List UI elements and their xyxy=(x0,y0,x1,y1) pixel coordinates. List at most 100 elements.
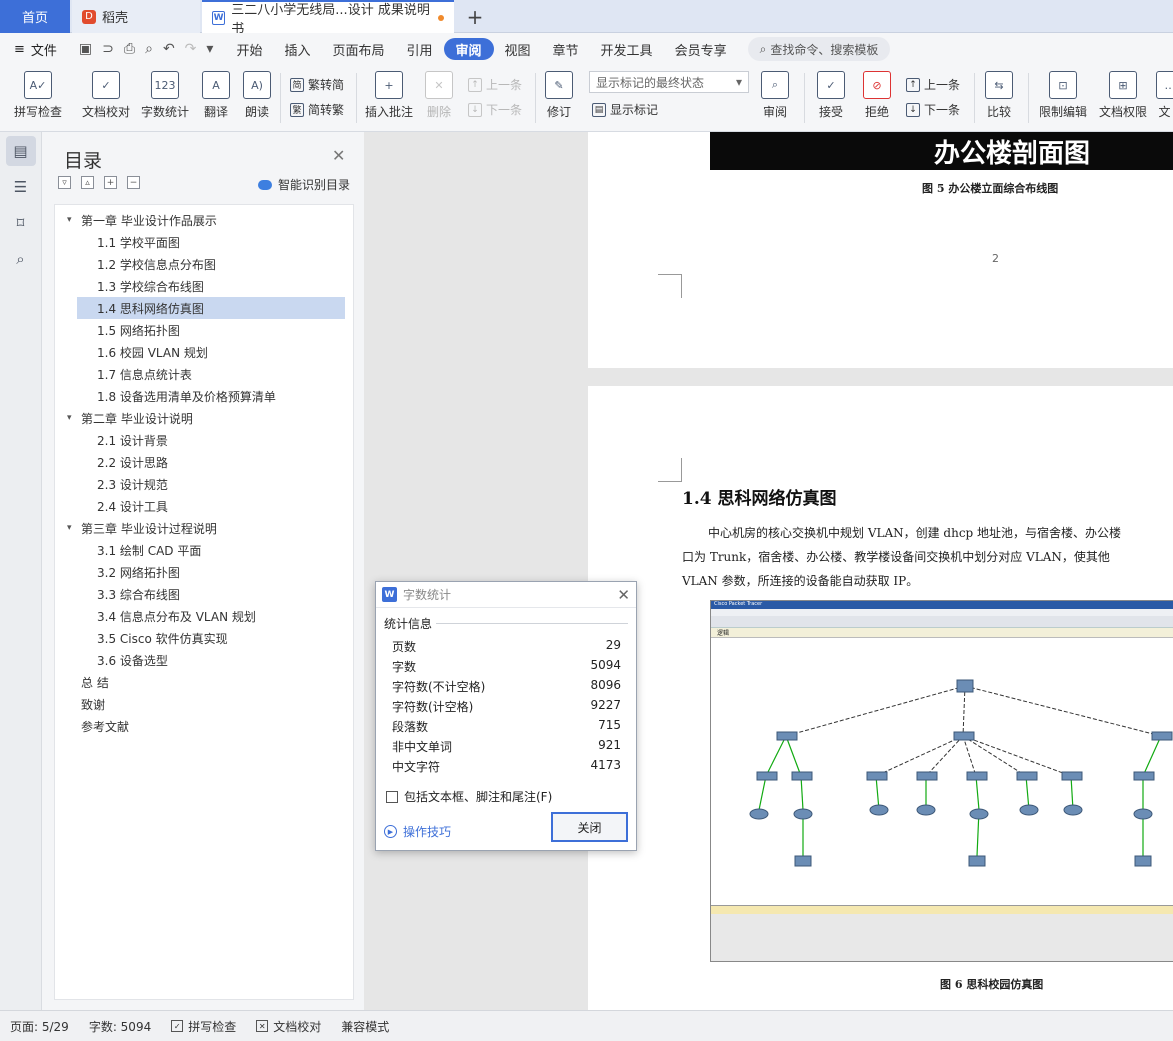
reject-button[interactable]: ⊘ 拒绝 xyxy=(858,71,896,120)
menu-member[interactable]: 会员专享 xyxy=(664,38,738,60)
lock-icon: ⊡ xyxy=(1049,71,1077,99)
toc-item-label: 1.4 思科网络仿真图 xyxy=(97,301,204,316)
toc-item[interactable]: 致谢 xyxy=(55,693,353,715)
tab-daoke[interactable]: D 稻壳 xyxy=(72,0,200,33)
trad-to-simp-button[interactable]: 简繁转简 xyxy=(290,76,344,93)
bookmark-icon[interactable]: ⌑ xyxy=(6,208,36,238)
format-painter-icon[interactable]: ⊃ xyxy=(102,41,114,57)
print-preview-icon[interactable]: ⌕ xyxy=(145,41,153,57)
spell-check-status[interactable]: ✓ 拼写检查 xyxy=(161,1018,246,1035)
translate-button[interactable]: A 翻译 xyxy=(196,71,236,120)
stat-row: 字符数(不计空格) 8096 xyxy=(392,678,621,695)
toc-item[interactable]: ▾ 第一章 毕业设计作品展示 xyxy=(55,209,353,231)
menu-start[interactable]: 开始 xyxy=(225,38,273,60)
toc-item[interactable]: 3.5 Cisco 软件仿真实现 xyxy=(55,627,353,649)
more-ribbon-button[interactable]: …文 xyxy=(1156,71,1173,120)
tab-home[interactable]: 首页 xyxy=(0,0,70,33)
search-panel-icon[interactable]: ⌕ xyxy=(6,244,36,274)
new-tab-button[interactable]: + xyxy=(460,0,490,33)
prev-change-button[interactable]: ↑ 上一条 xyxy=(906,76,960,93)
next-comment-button[interactable]: ↓ 下一条 xyxy=(468,101,522,118)
undo-icon[interactable]: ↶ xyxy=(163,41,175,57)
simp-to-trad-button[interactable]: 繁简转繁 xyxy=(290,101,344,118)
toc-item[interactable]: 2.2 设计思路 xyxy=(55,451,353,473)
word-count-indicator[interactable]: 字数: 5094 xyxy=(79,1018,161,1035)
chevron-down-icon[interactable]: ▾ xyxy=(67,413,81,423)
insert-comment-button[interactable]: + 插入批注 xyxy=(362,71,416,120)
menu-review[interactable]: 审阅 xyxy=(443,38,494,60)
page-indicator[interactable]: 页面: 5/29 xyxy=(0,1018,79,1035)
track-changes-button[interactable]: ✎ 修订 xyxy=(542,71,576,120)
proofread-status[interactable]: ✕ 文档校对 xyxy=(246,1018,331,1035)
menu-view[interactable]: 视图 xyxy=(494,38,542,60)
chapter-nav-icon[interactable]: ☰ xyxy=(6,172,36,202)
toc-item[interactable]: 1.3 学校综合布线图 xyxy=(55,275,353,297)
toc-item[interactable]: 1.2 学校信息点分布图 xyxy=(55,253,353,275)
menu-section[interactable]: 章节 xyxy=(542,38,590,60)
toc-item[interactable]: ▾ 第三章 毕业设计过程说明 xyxy=(55,517,353,539)
close-button[interactable]: 关闭 xyxy=(551,812,628,842)
restrict-editing-button[interactable]: ⊡ 限制编辑 xyxy=(1036,71,1090,120)
toc-item[interactable]: 1.7 信息点统计表 xyxy=(55,363,353,385)
toc-item[interactable]: 参考文献 xyxy=(55,715,353,737)
menu-references[interactable]: 引用 xyxy=(395,38,443,60)
menu-page-layout[interactable]: 页面布局 xyxy=(321,38,395,60)
accept-button[interactable]: ✓ 接受 xyxy=(812,71,850,120)
menu-insert[interactable]: 插入 xyxy=(273,38,321,60)
include-footnotes-checkbox[interactable]: 包括文本框、脚注和尾注(F) xyxy=(386,788,552,805)
toc-item-label: 2.3 设计规范 xyxy=(97,477,168,492)
toc-item[interactable]: 1.1 学校平面图 xyxy=(55,231,353,253)
redo-icon[interactable]: ↷ xyxy=(185,41,197,57)
toc-item[interactable]: 3.3 综合布线图 xyxy=(55,583,353,605)
review-pane-button[interactable]: ⌕ 审阅 xyxy=(758,71,792,120)
toc-item-label: 2.1 设计背景 xyxy=(97,433,168,448)
remove-heading-icon[interactable]: − xyxy=(127,176,140,189)
toc-item[interactable]: 2.1 设计背景 xyxy=(55,429,353,451)
markup-mode-select[interactable]: 显示标记的最终状态 ▾ xyxy=(589,71,749,93)
compare-icon: ⇆ xyxy=(985,71,1013,99)
toc-panel-icon[interactable]: ▤ xyxy=(5,136,36,166)
compare-button[interactable]: ⇆ 比较 xyxy=(980,71,1018,120)
spell-check-button[interactable]: A✓ 拼写检查 xyxy=(10,71,66,120)
toc-item-label: 3.2 网络拓扑图 xyxy=(97,565,180,580)
command-search[interactable]: ⌕ 查找命令、搜索模板 xyxy=(747,37,891,61)
doc-permission-button[interactable]: ⊞ 文档权限 xyxy=(1096,71,1150,120)
smart-toc-button[interactable]: 智能识别目录 xyxy=(258,176,350,193)
tab-document[interactable]: W 三二八小学无线局...设计 成果说明书 xyxy=(202,0,454,37)
expand-level-icon[interactable]: ▵ xyxy=(81,176,94,189)
prev-comment-button[interactable]: ↑ 上一条 xyxy=(468,76,522,93)
toc-item[interactable]: 1.5 网络拓扑图 xyxy=(55,319,353,341)
next-change-button[interactable]: ↓ 下一条 xyxy=(906,101,960,118)
show-markup-button[interactable]: ▤ 显示标记 xyxy=(592,101,658,118)
tips-link[interactable]: ▶ 操作技巧 xyxy=(384,823,451,840)
toc-item[interactable]: 1.6 校园 VLAN 规划 xyxy=(55,341,353,363)
customize-chevron-icon[interactable]: ▾ xyxy=(206,41,213,57)
toc-item[interactable]: 1.4 思科网络仿真图 xyxy=(77,297,345,319)
file-menu-button[interactable]: ≡ 文件 xyxy=(0,40,67,59)
toc-item[interactable]: 2.3 设计规范 xyxy=(55,473,353,495)
word-count-icon: 123 xyxy=(151,71,179,99)
chevron-down-icon[interactable]: ▾ xyxy=(67,523,81,533)
delete-comment-button[interactable]: ✕ 删除 xyxy=(420,71,458,120)
toc-item[interactable]: ▾ 第二章 毕业设计说明 xyxy=(55,407,353,429)
toc-item[interactable]: 2.4 设计工具 xyxy=(55,495,353,517)
proofread-button[interactable]: ✓ 文档校对 xyxy=(78,71,134,120)
toc-item[interactable]: 3.1 绘制 CAD 平面 xyxy=(55,539,353,561)
close-icon[interactable]: ✕ xyxy=(617,586,630,604)
print-icon[interactable]: ⎙ xyxy=(124,41,135,57)
menu-developer[interactable]: 开发工具 xyxy=(590,38,664,60)
close-icon[interactable]: ✕ xyxy=(332,146,345,165)
read-aloud-button[interactable]: A) 朗读 xyxy=(240,71,274,120)
toc-item[interactable]: 3.6 设备选型 xyxy=(55,649,353,671)
toc-item-label: 1.8 设备选用清单及价格预算清单 xyxy=(97,389,276,404)
save-icon[interactable]: ▣ xyxy=(79,41,92,57)
chevron-down-icon[interactable]: ▾ xyxy=(67,215,81,225)
add-heading-icon[interactable]: + xyxy=(104,176,117,189)
toc-item[interactable]: 3.2 网络拓扑图 xyxy=(55,561,353,583)
collapse-all-icon[interactable]: ▿ xyxy=(58,176,71,189)
toc-item[interactable]: 总 结 xyxy=(55,671,353,693)
document-canvas[interactable]: 办公楼剖面图 图 5 办公楼立面综合布线图 2 1.4 思科网络仿真图 中心机房… xyxy=(364,132,1173,1010)
toc-item[interactable]: 3.4 信息点分布及 VLAN 规划 xyxy=(55,605,353,627)
word-count-button[interactable]: 123 字数统计 xyxy=(138,71,192,120)
toc-item[interactable]: 1.8 设备选用清单及价格预算清单 xyxy=(55,385,353,407)
